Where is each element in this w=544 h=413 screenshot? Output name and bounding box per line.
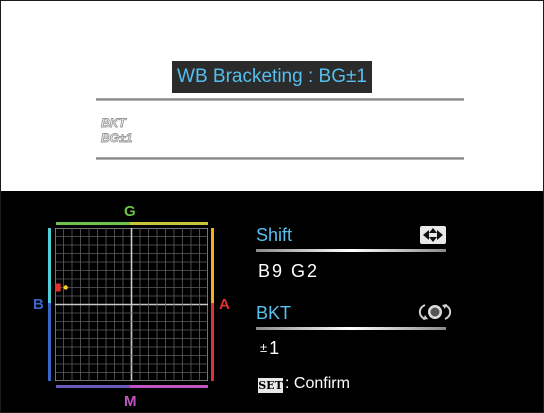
screen-frame [0,0,544,413]
